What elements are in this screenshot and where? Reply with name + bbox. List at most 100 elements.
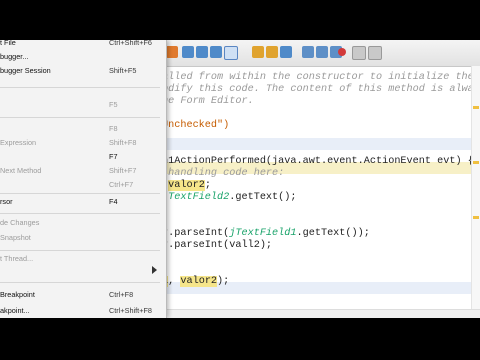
menu-item-shortcut: F7 <box>109 152 118 161</box>
code-token: n1ActionPerformed(java.awt.event.ActionE… <box>162 156 474 167</box>
menu-item[interactable]: F7 <box>0 150 166 164</box>
marker[interactable] <box>473 216 479 219</box>
code-line[interactable] <box>162 252 480 264</box>
code-token: jTextField2 <box>162 192 230 203</box>
menu-item-shortcut: Ctrl+Shift+F8 <box>109 306 152 315</box>
menu-separator <box>0 117 160 118</box>
menu-item[interactable]: Ctrl+F7 <box>0 178 166 192</box>
code-token: , <box>168 276 181 287</box>
menu-item-shortcut: F4 <box>109 197 118 206</box>
code-editor[interactable]: alled from within the constructor to ini… <box>162 40 480 318</box>
code-line[interactable]: r.parseInt(jTextField1.getText()); <box>162 228 480 240</box>
menu-item-label: t File <box>0 40 16 47</box>
code-token: valor2 <box>168 180 205 191</box>
code-line[interactable] <box>162 204 480 216</box>
marker[interactable] <box>473 161 479 164</box>
code-line[interactable]: jTextField2.getText(); <box>162 192 480 204</box>
code-token: r.parseInt( <box>162 228 230 239</box>
code-line[interactable] <box>162 216 480 228</box>
record-stop-icon[interactable] <box>338 48 346 56</box>
horizontal-scrollbar[interactable] <box>162 309 480 318</box>
code-token: ); <box>217 276 230 287</box>
code-line[interactable]: handling code here: <box>162 168 480 180</box>
code-token: r.parseInt(vall2); <box>162 240 273 251</box>
menu-item-label: bugger... <box>0 52 29 61</box>
menu-item[interactable]: Breakpoint Ctrl+F8 <box>0 288 166 302</box>
menu-item-label: de Changes <box>0 218 40 227</box>
debug-menu: t File Ctrl+Shift+F6 bugger... bugger Sessi… <box>0 40 167 318</box>
menu-item-shortcut: Ctrl+F7 <box>109 180 134 189</box>
grid-icon[interactable] <box>352 46 366 60</box>
menu-item[interactable]: t File Ctrl+Shift+F6 <box>0 40 166 50</box>
error-stripe <box>471 66 480 310</box>
code-token: handling code here: <box>162 168 285 179</box>
code-line[interactable]: n1ActionPerformed(java.awt.event.ActionE… <box>162 156 480 168</box>
menu-item-label: t Thread... <box>0 254 34 263</box>
menu-item-label: Snapshot <box>0 233 31 242</box>
menu-item[interactable]: Next Method Shift+F7 <box>0 164 166 178</box>
menu-item-shortcut: Ctrl+F8 <box>109 290 134 299</box>
step-out-icon[interactable] <box>182 46 194 58</box>
menu-item[interactable]: rsor F4 <box>0 195 166 209</box>
stack-icon[interactable] <box>302 46 314 58</box>
run-right-icon[interactable] <box>280 46 292 58</box>
menu-item-label: Breakpoint <box>0 290 35 299</box>
code-line[interactable]: 1, valor2); <box>162 276 480 288</box>
menu-item[interactable]: Snapshot <box>0 231 166 245</box>
menu-item[interactable]: akpoint... Ctrl+Shift+F8 <box>0 304 166 318</box>
submenu-arrow-icon <box>152 266 157 274</box>
code-token: .getText(); <box>229 192 297 203</box>
menu-item[interactable]: F5 <box>0 98 166 112</box>
code-token: he Form Editor. <box>162 96 254 107</box>
code-line[interactable] <box>162 108 480 120</box>
run-left-icon[interactable] <box>266 46 278 58</box>
menu-item-label: rsor <box>0 197 13 206</box>
code-token: valor2 <box>180 276 218 287</box>
code-line[interactable]: r.parseInt(vall2); <box>162 240 480 252</box>
menu-item[interactable]: F8 <box>0 122 166 136</box>
menu-item-label: Expression <box>0 138 37 147</box>
code-line[interactable]: alled from within the constructor to ini… <box>162 72 480 84</box>
pause-icon[interactable] <box>166 46 178 58</box>
menu-item-shortcut: Shift+F5 <box>109 66 137 75</box>
menu-separator <box>0 250 160 251</box>
code-line[interactable]: odify this code. The content of this met… <box>162 84 480 96</box>
code-line[interactable]: valor2; <box>162 180 480 192</box>
step-back-icon[interactable] <box>196 46 208 58</box>
code-line[interactable] <box>162 132 480 144</box>
grid2-icon[interactable] <box>368 46 382 60</box>
menu-item[interactable]: bugger Session Shift+F5 <box>0 64 166 78</box>
code-token: jTextField1 <box>229 228 297 239</box>
code-token: .getText()); <box>296 228 370 239</box>
menu-item-shortcut: F5 <box>109 100 118 109</box>
marker[interactable] <box>473 106 479 109</box>
code-line[interactable]: he Form Editor. <box>162 96 480 108</box>
code-line[interactable] <box>162 264 480 276</box>
menu-item-shortcut: F8 <box>109 124 118 133</box>
run-up-icon[interactable] <box>252 46 264 58</box>
code-line[interactable] <box>162 144 480 156</box>
selected-step-icon[interactable] <box>224 46 238 60</box>
code-token: alled from within the constructor to ini… <box>162 72 480 83</box>
code-token: ; <box>204 180 211 191</box>
editor-toolbar <box>162 40 480 67</box>
menu-item-shortcut: Shift+F8 <box>109 138 137 147</box>
code-lines[interactable]: alled from within the constructor to ini… <box>162 66 480 318</box>
code-line[interactable]: Unchecked") <box>162 120 480 132</box>
code-token: odify this code. The content of this met… <box>162 84 480 95</box>
menu-separator <box>0 282 160 283</box>
menu-item-label: Next Method <box>0 166 42 175</box>
code-token: Unchecked") <box>162 120 230 131</box>
menu-item[interactable]: de Changes <box>0 216 166 230</box>
step-over-icon[interactable] <box>210 46 222 58</box>
menu-item-label: bugger Session <box>0 66 51 75</box>
menu-item[interactable]: Expression Shift+F8 <box>0 136 166 150</box>
menu-item-shortcut: Shift+F7 <box>109 166 137 175</box>
menu-item[interactable]: bugger... <box>0 50 166 64</box>
menu-item-label: akpoint... <box>0 306 30 315</box>
stack2-icon[interactable] <box>316 46 328 58</box>
menu-item-shortcut: Ctrl+Shift+F6 <box>109 40 152 47</box>
menu-separator <box>0 193 160 194</box>
menu-item[interactable] <box>0 263 166 277</box>
menu-separator <box>0 213 160 214</box>
